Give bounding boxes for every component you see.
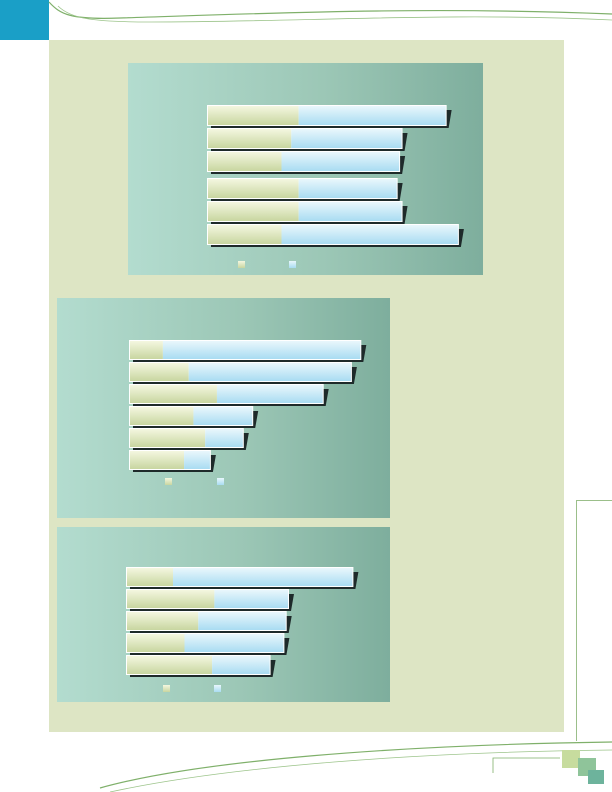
bar-segment-series-2: [184, 634, 284, 652]
bar-segment-series-2: [281, 225, 458, 244]
bar-segment-series-1: [127, 656, 213, 674]
bar-segment-series-1: [130, 385, 217, 403]
legend-swatch-series-2: [217, 478, 224, 485]
bar-segment-series-1: [208, 225, 282, 244]
bar-segment-series-2: [205, 429, 243, 447]
bar-segment-series-1: [127, 634, 185, 652]
legend-swatch-series-2: [214, 685, 221, 692]
side-frame: [576, 500, 612, 741]
bar-segment-series-1: [130, 363, 189, 381]
chart-2: [57, 298, 390, 518]
chart-3: [57, 527, 390, 702]
corner-tab: [0, 0, 49, 40]
bar-segment-series-1: [130, 407, 194, 425]
legend-swatch-series-1: [238, 261, 245, 268]
bar-segment-series-1: [127, 590, 215, 608]
chart-1-plot: [207, 105, 464, 268]
bar-segment-series-2: [193, 407, 253, 425]
bar-segment-series-2: [291, 129, 402, 148]
bar-segment-series-2: [216, 385, 323, 403]
bar-segment-series-2: [281, 152, 400, 171]
bar-segment-series-2: [214, 590, 288, 608]
bar-segment-series-1: [130, 451, 185, 469]
chart-3-plot: [126, 567, 359, 692]
bar-segment-series-2: [162, 341, 361, 359]
bar-segment-series-1: [208, 106, 299, 125]
bar-segment-series-1: [127, 612, 199, 630]
legend-swatch-series-1: [165, 478, 172, 485]
legend-swatch-series-2: [289, 261, 296, 268]
bar-segment-series-2: [173, 568, 353, 586]
bar-segment-series-1: [130, 341, 163, 359]
bar-segment-series-1: [208, 179, 299, 198]
chart-1: [128, 63, 483, 275]
chart-2-plot: [129, 340, 367, 485]
bar-segment-series-2: [298, 106, 446, 125]
bar-segment-series-1: [127, 568, 173, 586]
bar-segment-series-1: [208, 152, 282, 171]
bar-segment-series-1: [130, 429, 206, 447]
bar-segment-series-2: [188, 363, 351, 381]
bar-segment-series-2: [212, 656, 270, 674]
bar-segment-series-2: [184, 451, 210, 469]
bar-segment-series-2: [198, 612, 286, 630]
bar-segment-series-2: [298, 179, 397, 198]
legend-swatch-series-1: [163, 685, 170, 692]
bar-segment-series-1: [208, 202, 299, 221]
bar-segment-series-2: [298, 202, 402, 221]
bar-segment-series-1: [208, 129, 292, 148]
corner-square-3: [588, 770, 604, 784]
